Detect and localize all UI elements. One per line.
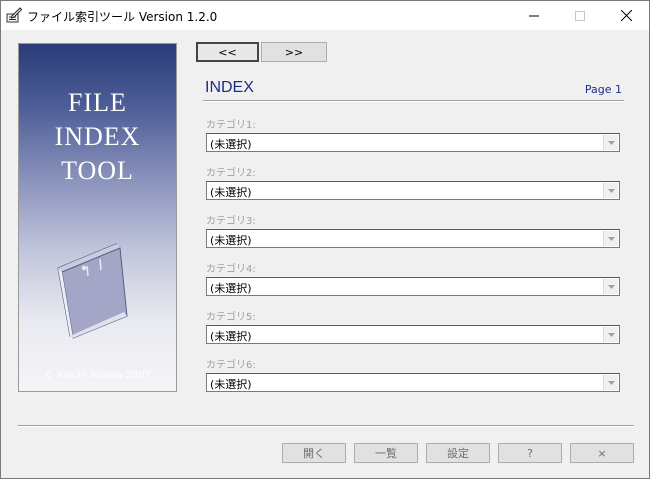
index-heading: INDEX bbox=[205, 79, 254, 96]
category-value-1: (未選択) bbox=[210, 138, 252, 151]
minimize-icon bbox=[529, 11, 539, 21]
category-label-2: カテゴリ2: bbox=[206, 168, 256, 179]
close-button[interactable]: × bbox=[570, 443, 634, 463]
category-label-5: カテゴリ5: bbox=[206, 312, 256, 323]
category-label-6: カテゴリ6: bbox=[206, 360, 256, 371]
splash-title-line2: INDEX bbox=[54, 122, 141, 151]
next-page-button[interactable]: >> bbox=[261, 42, 327, 62]
close-window-button[interactable] bbox=[603, 1, 649, 30]
chevron-down-icon[interactable] bbox=[603, 183, 618, 198]
chevron-down-icon[interactable] bbox=[603, 327, 618, 342]
help-button[interactable]: ? bbox=[498, 443, 562, 463]
binder-icon bbox=[54, 212, 144, 340]
copyright-text: © Koichi Asawa 2007 bbox=[43, 370, 152, 381]
category-select-2[interactable]: (未選択) bbox=[206, 181, 620, 200]
chevron-down-icon[interactable] bbox=[603, 375, 618, 390]
settings-button[interactable]: 設定 bbox=[426, 443, 490, 463]
heading-divider bbox=[203, 100, 624, 102]
footer-divider bbox=[18, 425, 634, 427]
chevron-down-icon[interactable] bbox=[603, 231, 618, 246]
splash-image: FILE INDEX TOOL © Koichi Asawa 2007 bbox=[18, 43, 177, 392]
category-value-2: (未選択) bbox=[210, 186, 252, 199]
title-bar[interactable]: ファイル索引ツール Version 1.2.0 bbox=[1, 1, 649, 30]
app-window: ファイル索引ツール Version 1.2.0 FILE INDEX TOOL bbox=[0, 0, 650, 479]
category-select-1[interactable]: (未選択) bbox=[206, 133, 620, 152]
page-indicator: Page 1 bbox=[584, 83, 622, 96]
category-value-3: (未選択) bbox=[210, 234, 252, 247]
category-label-4: カテゴリ4: bbox=[206, 264, 256, 275]
category-select-4[interactable]: (未選択) bbox=[206, 277, 620, 296]
open-button[interactable]: 開く bbox=[282, 443, 346, 463]
category-value-5: (未選択) bbox=[210, 330, 252, 343]
close-icon bbox=[620, 10, 632, 21]
maximize-icon bbox=[575, 10, 585, 21]
chevron-down-icon[interactable] bbox=[603, 279, 618, 294]
splash-title-line1: FILE bbox=[68, 88, 127, 117]
previous-page-button[interactable]: << bbox=[196, 42, 259, 62]
maximize-button bbox=[557, 1, 603, 30]
category-label-1: カテゴリ1: bbox=[206, 120, 256, 131]
minimize-button[interactable] bbox=[511, 1, 557, 30]
splash-title-line3: TOOL bbox=[61, 156, 134, 185]
category-label-3: カテゴリ3: bbox=[206, 216, 256, 227]
category-select-6[interactable]: (未選択) bbox=[206, 373, 620, 392]
category-select-5[interactable]: (未選択) bbox=[206, 325, 620, 344]
category-value-4: (未選択) bbox=[210, 282, 252, 295]
list-button[interactable]: 一覧 bbox=[354, 443, 418, 463]
chevron-down-icon[interactable] bbox=[603, 135, 618, 150]
category-select-3[interactable]: (未選択) bbox=[206, 229, 620, 248]
category-value-6: (未選択) bbox=[210, 378, 252, 391]
pen-note-icon bbox=[6, 7, 23, 23]
window-title: ファイル索引ツール Version 1.2.0 bbox=[27, 10, 218, 24]
